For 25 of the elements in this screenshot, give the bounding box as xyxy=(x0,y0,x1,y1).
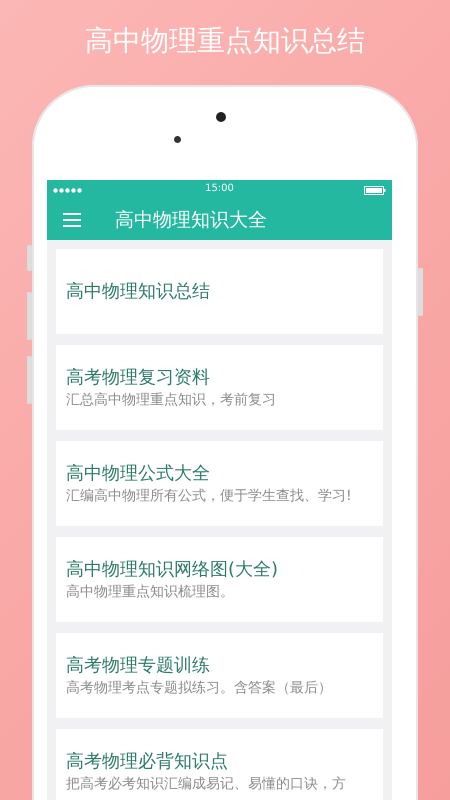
topic-card[interactable]: 高中物理知识网络图(大全) 高中物理重点知识梳理图。 xyxy=(56,537,383,622)
topic-title: 高考物理复习资料 xyxy=(66,366,211,390)
topic-card[interactable]: 高中物理知识总结 xyxy=(56,249,383,334)
topic-card[interactable]: 高考物理必背知识点 把高考必考知识汇编成易记、易懂的口诀，方 xyxy=(56,729,383,800)
status-time: 15:00 xyxy=(205,183,234,194)
topic-description: 把高考必考知识汇编成易记、易懂的口诀，方 xyxy=(66,774,347,794)
topic-title: 高考物理专题训练 xyxy=(66,654,211,678)
topic-title: 高中物理知识网络图(大全) xyxy=(66,558,280,582)
topic-description: 汇总高中物理重点知识，考前复习 xyxy=(66,390,277,410)
topic-description: 汇编高中物理所有公式，便于学生查找、学习! xyxy=(66,486,353,506)
headline: 高中物理重点知识总结 xyxy=(85,22,365,58)
signal-icon xyxy=(53,188,83,192)
topic-title: 高中物理公式大全 xyxy=(66,462,211,486)
battery-icon xyxy=(364,186,386,194)
app-title: 高中物理知识大全 xyxy=(115,208,267,233)
topic-title: 高中物理知识总结 xyxy=(66,280,211,304)
topic-card[interactable]: 高中物理公式大全 汇编高中物理所有公式，便于学生查找、学习! xyxy=(56,441,383,526)
topic-card[interactable]: 高考物理专题训练 高考物理考点专题拟练习。含答案（最后） xyxy=(56,633,383,718)
topic-title: 高考物理必背知识点 xyxy=(66,750,229,774)
sensor-dot xyxy=(174,136,181,143)
topic-description: 高考物理考点专题拟练习。含答案（最后） xyxy=(66,678,333,698)
topic-description: 高中物理重点知识梳理图。 xyxy=(66,582,235,602)
topic-card[interactable]: 高考物理复习资料 汇总高中物理重点知识，考前复习 xyxy=(56,345,383,430)
menu-icon[interactable] xyxy=(63,213,81,227)
camera-dot xyxy=(216,112,226,122)
